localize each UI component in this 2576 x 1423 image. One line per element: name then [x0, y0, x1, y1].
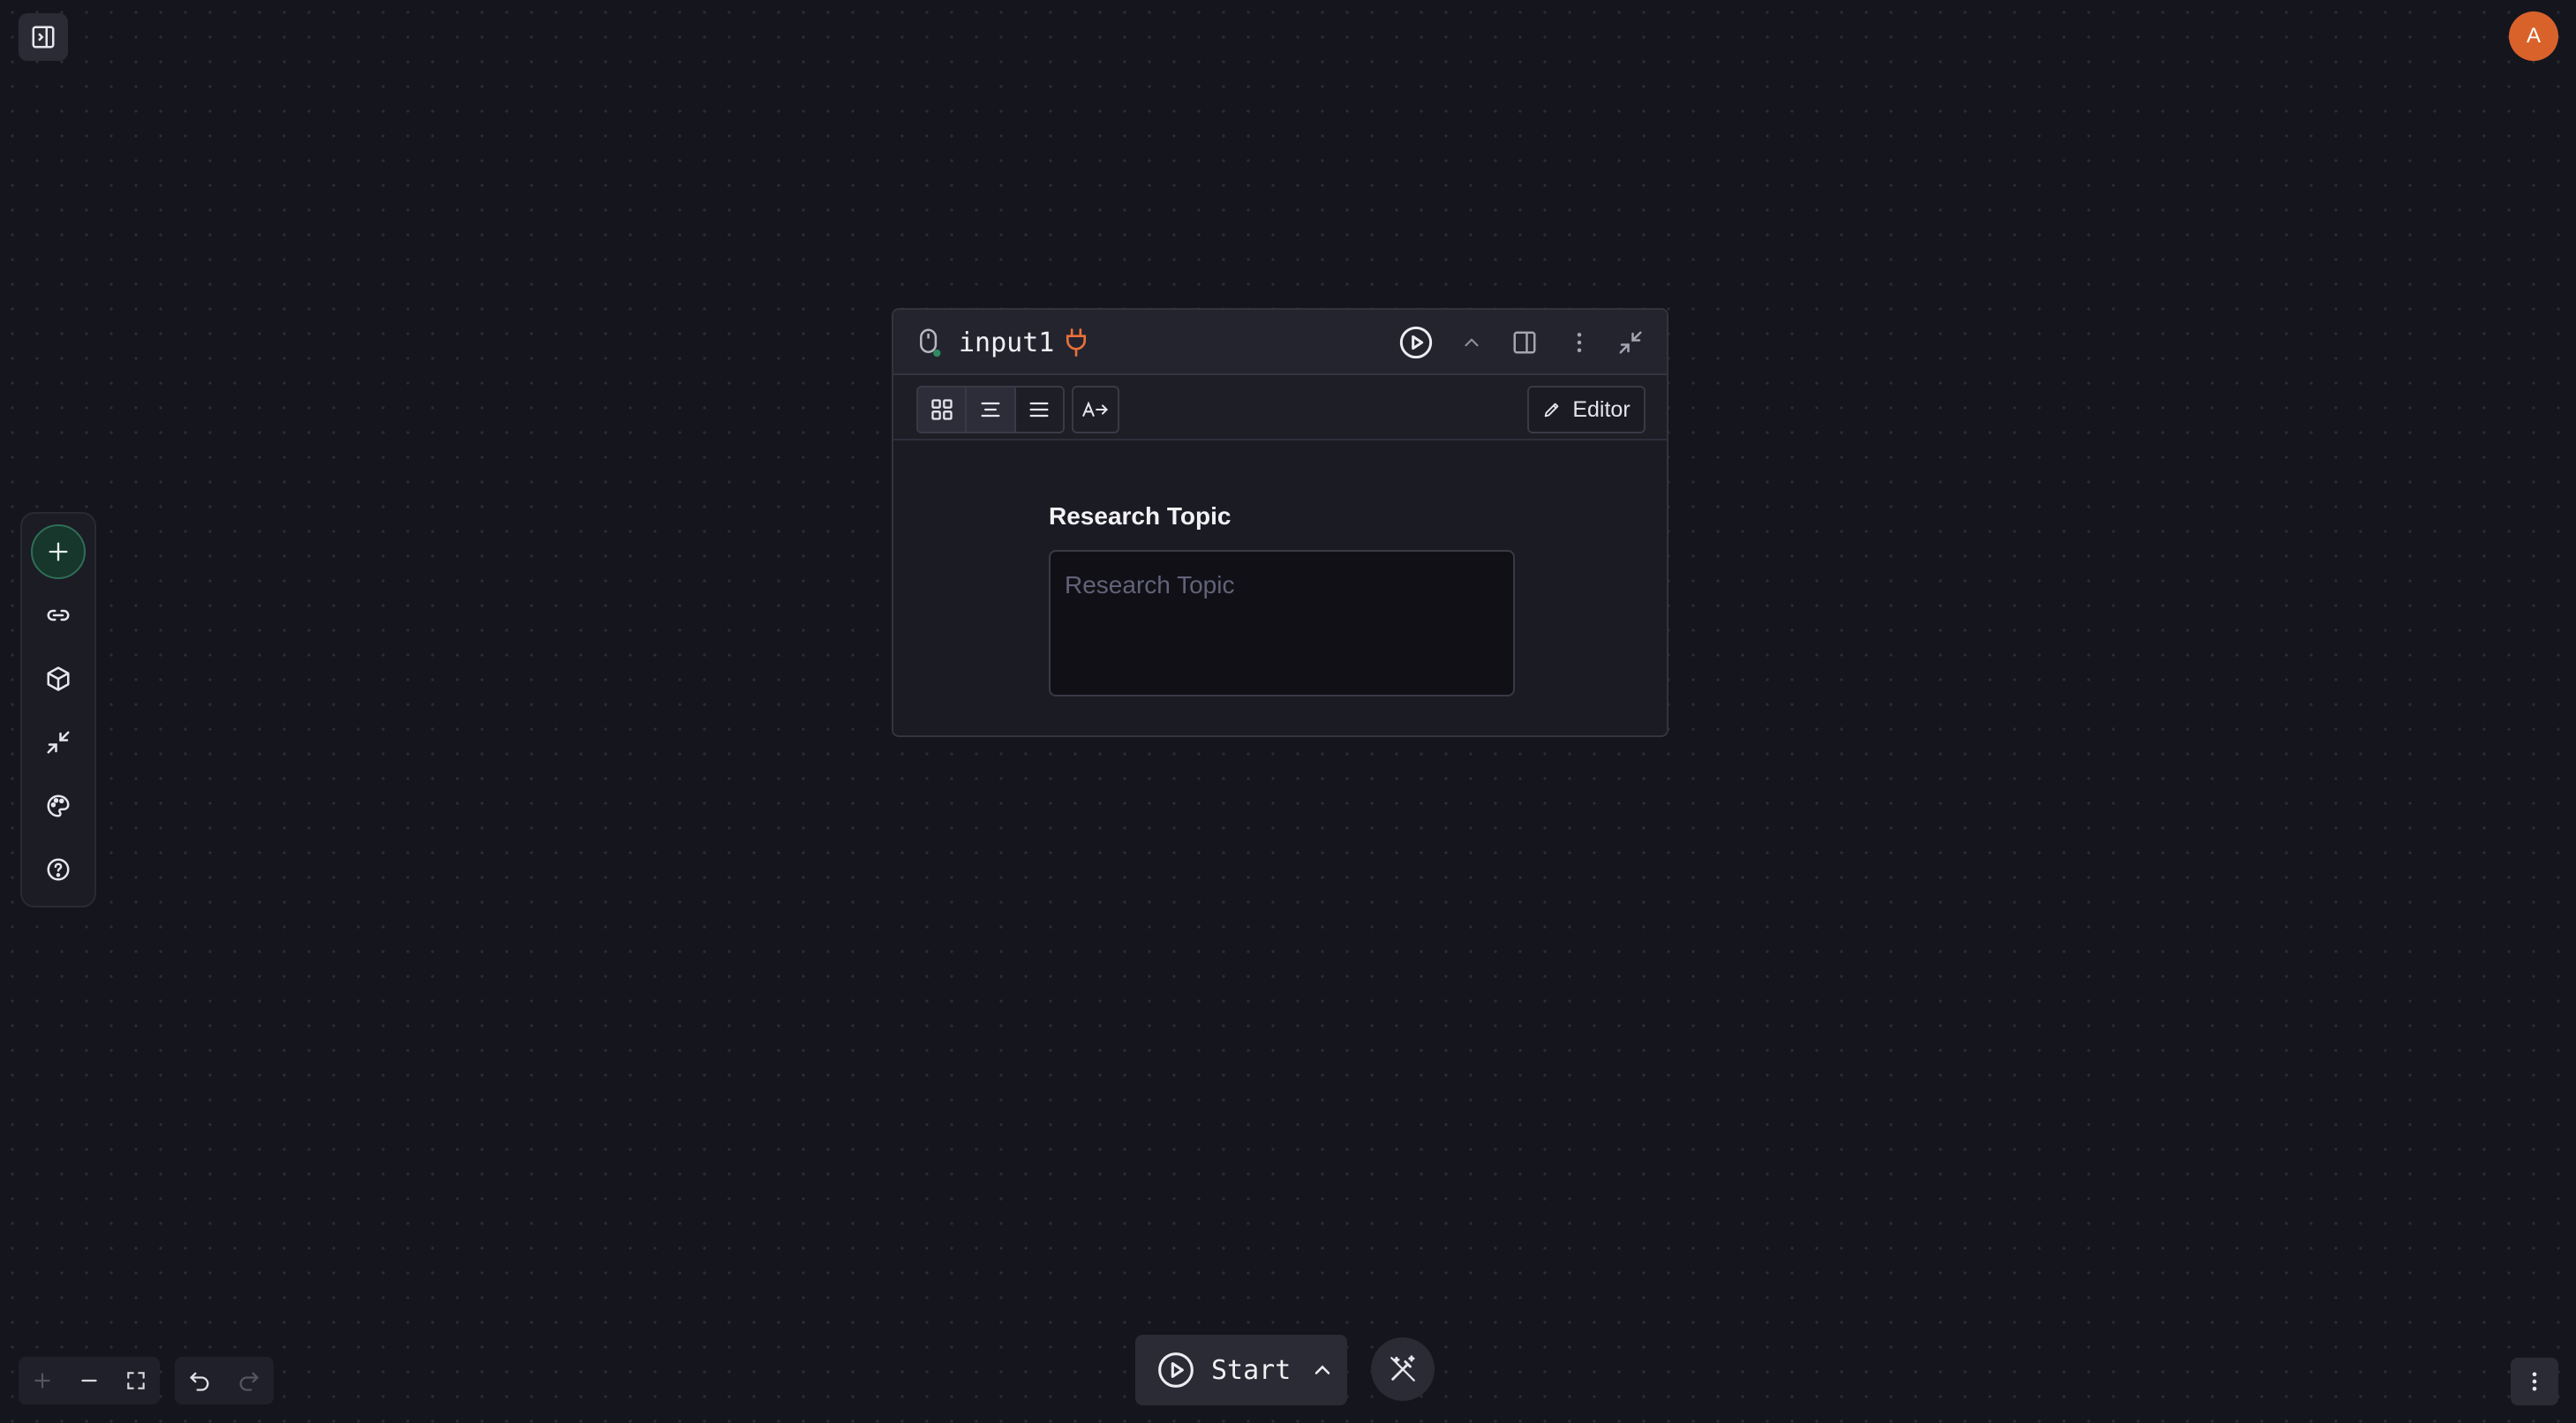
components-button[interactable] — [31, 651, 86, 706]
play-circle-icon — [1158, 1352, 1194, 1388]
run-node-button[interactable] — [1398, 325, 1434, 360]
undo-icon[interactable] — [187, 1368, 212, 1393]
magic-wand-button[interactable] — [1371, 1337, 1435, 1401]
align-justify-icon — [1029, 402, 1049, 418]
play-circle-icon — [1399, 326, 1433, 359]
node-toolbar: Editor — [893, 375, 1667, 440]
collapse-node-button[interactable] — [1460, 331, 1483, 354]
minimize-node-button[interactable] — [1617, 329, 1644, 356]
minimize-icon — [1619, 331, 1642, 354]
cube-icon — [47, 666, 70, 691]
more-options-button[interactable] — [1566, 329, 1593, 356]
tool-rail — [20, 512, 96, 907]
text-format-button[interactable] — [1072, 386, 1119, 433]
editor-label: Editor — [1572, 396, 1631, 422]
layout-segmented-control — [916, 386, 1065, 433]
sidebar-toggle-button[interactable] — [19, 13, 68, 61]
node-title[interactable]: input1 — [959, 328, 1054, 358]
collapse-all-button[interactable] — [31, 715, 86, 770]
theme-button[interactable] — [31, 779, 86, 833]
start-button[interactable]: Start — [1135, 1335, 1347, 1405]
mouse-icon — [915, 328, 945, 359]
side-panel-button[interactable] — [1511, 329, 1538, 356]
history-controls — [175, 1357, 274, 1404]
layout-grid-button[interactable] — [918, 388, 968, 432]
more-vertical-icon — [2532, 1372, 2537, 1391]
more-menu-button[interactable] — [2511, 1358, 2558, 1405]
zoom-out-icon[interactable] — [78, 1369, 101, 1392]
research-topic-input[interactable] — [1049, 550, 1515, 696]
palette-icon — [47, 794, 70, 817]
plus-icon — [49, 542, 68, 561]
redo-icon[interactable] — [237, 1368, 261, 1393]
plug-icon — [1063, 328, 1089, 358]
avatar-initial: A — [2526, 24, 2541, 48]
panel-right-icon — [1513, 331, 1536, 354]
more-vertical-icon — [1577, 333, 1582, 352]
node-header[interactable]: input1 — [893, 310, 1667, 375]
pencil-icon — [1545, 403, 1559, 418]
input-node[interactable]: input1 Editor Research Topic Research To… — [892, 308, 1668, 737]
chevron-up-icon — [1465, 338, 1479, 347]
chevron-up-icon[interactable] — [1310, 1358, 1335, 1382]
link-button[interactable] — [31, 588, 86, 643]
zoom-in-icon[interactable] — [31, 1369, 54, 1392]
add-node-button[interactable] — [31, 524, 86, 579]
research-topic-label: Research Topic — [1049, 502, 1232, 530]
help-icon — [47, 858, 70, 881]
align-justify-button[interactable] — [1015, 388, 1063, 432]
zoom-controls — [19, 1357, 160, 1404]
user-avatar[interactable]: A — [2509, 11, 2558, 61]
fit-view-icon[interactable] — [124, 1369, 147, 1392]
magic-wand-icon — [1390, 1355, 1415, 1382]
text-direction-icon — [1082, 401, 1109, 417]
sidebar-panel-icon — [32, 26, 55, 49]
align-center-icon — [981, 402, 1000, 418]
link-icon — [47, 609, 70, 621]
grid-icon — [930, 399, 953, 420]
collapse-icon — [47, 731, 70, 754]
help-button[interactable] — [31, 842, 86, 897]
start-label: Start — [1211, 1354, 1292, 1386]
editor-button[interactable]: Editor — [1527, 386, 1646, 433]
align-center-button[interactable] — [967, 388, 1016, 432]
